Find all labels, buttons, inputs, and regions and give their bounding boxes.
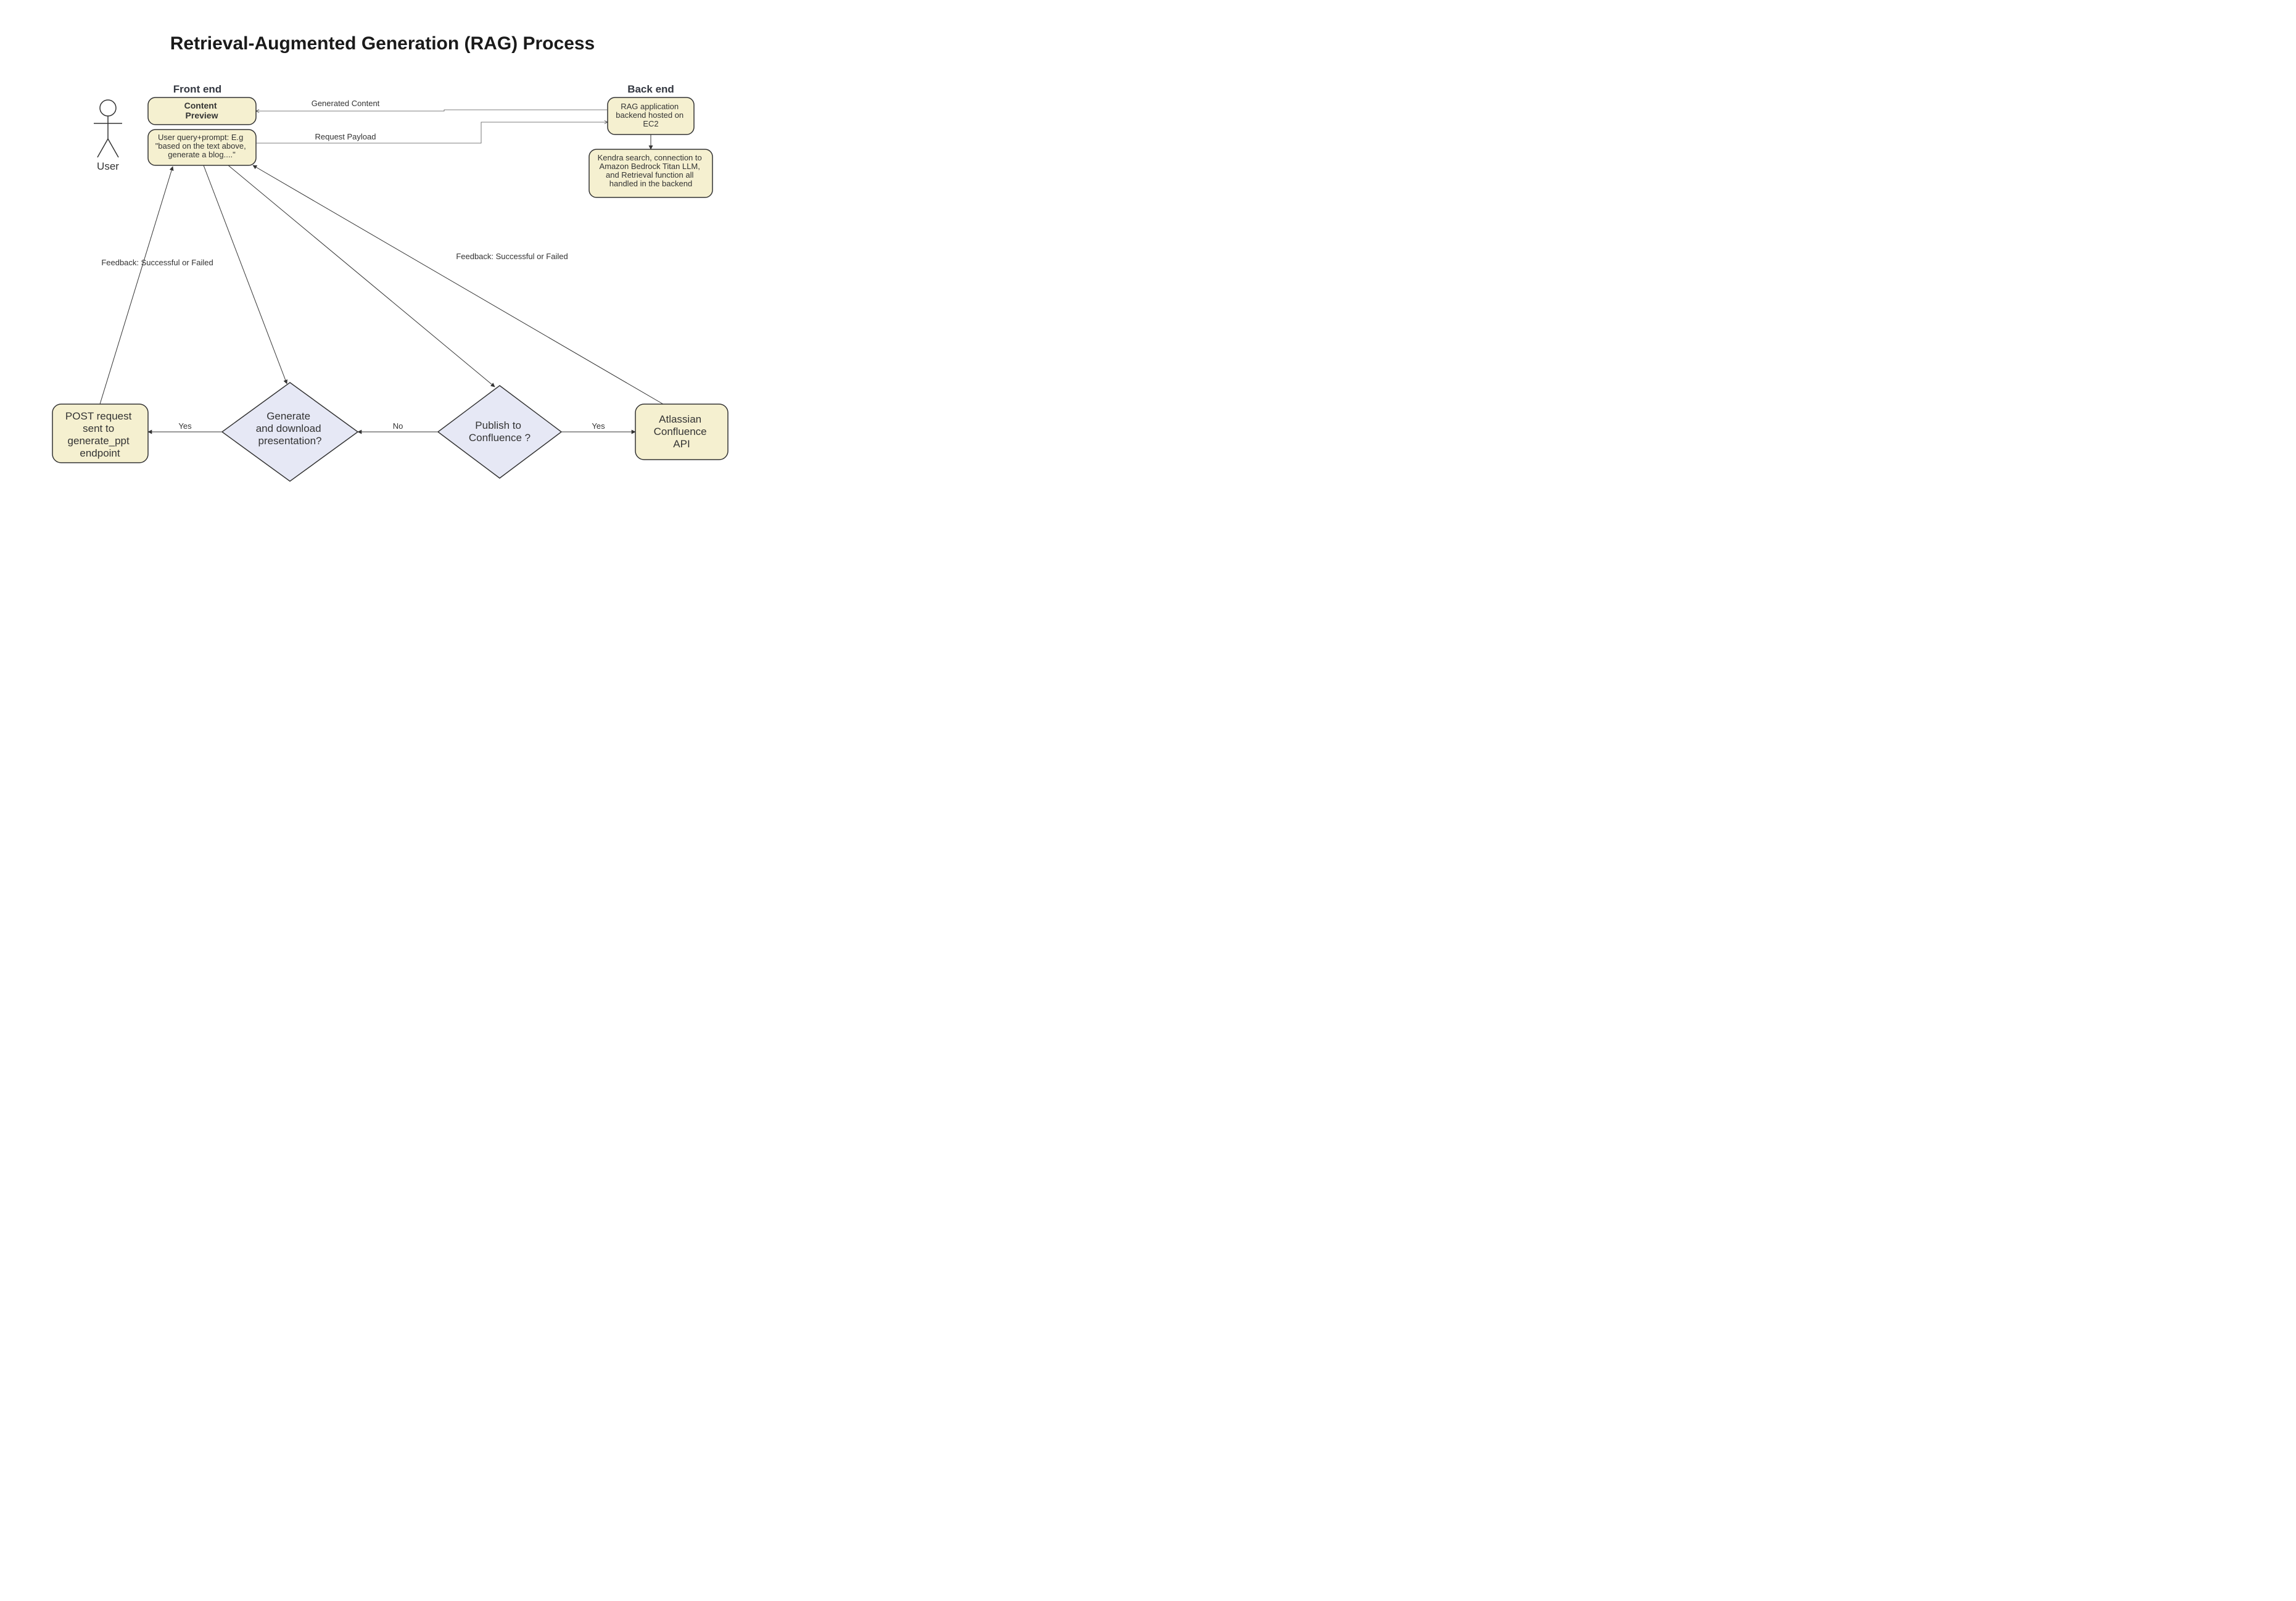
edge-yes-left: Yes xyxy=(148,421,222,432)
node-post-ppt: POST request sent to generate_ppt endpoi… xyxy=(52,404,148,463)
edge-request-payload: Request Payload xyxy=(256,122,608,143)
edge-yes-left-label: Yes xyxy=(178,421,192,431)
user-actor: User xyxy=(94,100,122,172)
node-confluence-api: Atlassian Confluence API xyxy=(635,404,728,460)
edge-no-mid: No xyxy=(358,421,438,432)
node-content-preview-label: Content Preview xyxy=(184,101,220,120)
edge-userquery-to-publish xyxy=(228,165,495,387)
node-user-query: User query+prompt: E.g "based on the tex… xyxy=(148,130,256,165)
node-publish-confluence-label: Publish to Confluence ? xyxy=(469,420,531,444)
edge-no-mid-label: No xyxy=(393,421,403,431)
edge-yes-right: Yes xyxy=(561,421,635,432)
section-backend-label: Back end xyxy=(627,83,674,95)
node-rag-backend: RAG application backend hosted on EC2 xyxy=(608,97,694,134)
section-frontend-label: Front end xyxy=(173,83,221,95)
edge-feedback-left-label: Feedback: Successful or Failed xyxy=(101,258,213,267)
node-publish-confluence: Publish to Confluence ? xyxy=(438,386,561,478)
user-actor-label: User xyxy=(97,160,119,172)
node-generate-download: Generate and download presentation? xyxy=(222,383,358,481)
node-kendra: Kendra search, connection to Amazon Bedr… xyxy=(589,149,712,197)
edge-userquery-to-gen xyxy=(204,165,287,384)
diagram-canvas: Retrieval-Augmented Generation (RAG) Pro… xyxy=(0,0,765,534)
edge-generated-content-label: Generated Content xyxy=(312,99,380,108)
node-user-query-label: User query+prompt: E.g "based on the tex… xyxy=(155,133,249,159)
edge-generated-content: Generated Content xyxy=(256,99,608,111)
node-content-preview: Content Preview xyxy=(148,97,256,125)
edge-yes-right-label: Yes xyxy=(592,421,605,431)
diagram-title: Retrieval-Augmented Generation (RAG) Pro… xyxy=(170,33,595,54)
edge-feedback-left: Feedback: Successful or Failed xyxy=(100,167,213,404)
edge-request-payload-label: Request Payload xyxy=(315,132,376,141)
edge-feedback-right: Feedback: Successful or Failed xyxy=(253,165,663,404)
node-kendra-label: Kendra search, connection to Amazon Bedr… xyxy=(598,153,704,188)
edge-feedback-right-label: Feedback: Successful or Failed xyxy=(456,252,568,261)
